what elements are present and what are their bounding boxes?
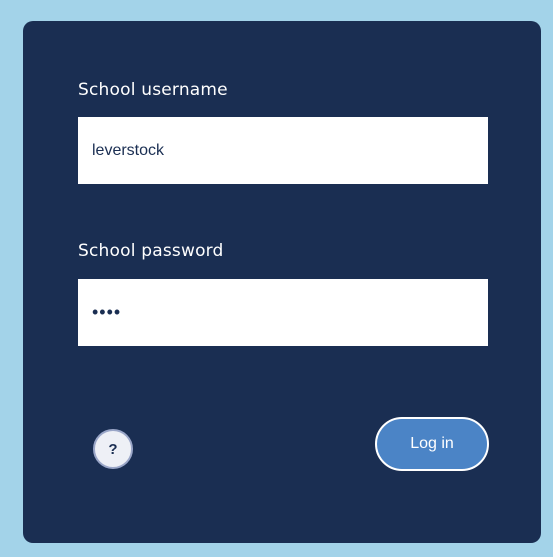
login-panel: School username School password ? Log in [23,21,541,543]
username-label: School username [78,80,228,100]
password-label: School password [78,241,224,261]
question-mark-icon: ? [108,440,118,458]
username-input[interactable] [78,117,488,184]
password-input[interactable] [78,279,488,346]
help-button[interactable]: ? [93,429,133,469]
login-button[interactable]: Log in [375,417,489,471]
